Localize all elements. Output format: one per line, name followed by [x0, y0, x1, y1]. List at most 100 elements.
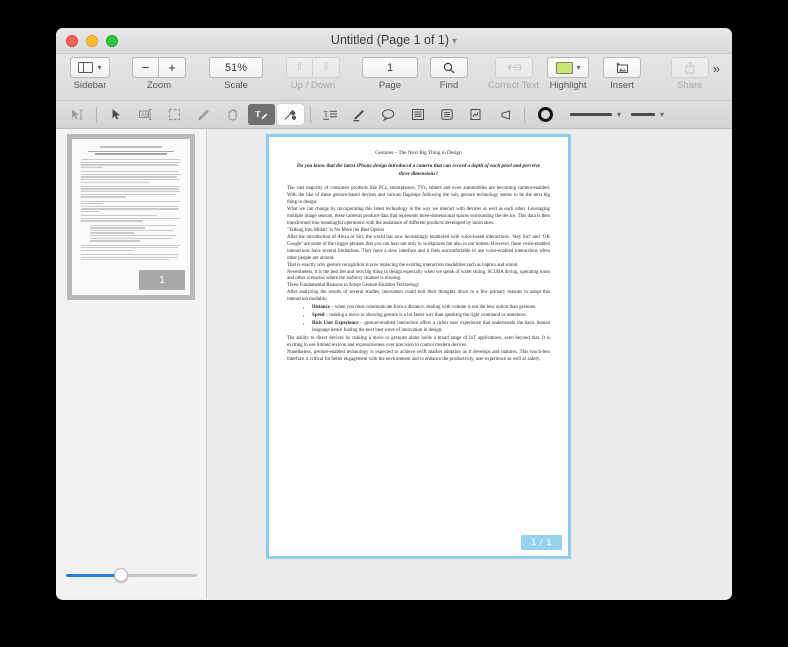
zoom-out-button[interactable]: −	[132, 57, 159, 78]
highlight-button[interactable]: ▾	[547, 57, 590, 78]
document-title: Gestures – The Next Big Thing in Design	[375, 150, 462, 156]
instant-alpha-icon[interactable]	[63, 104, 90, 125]
document-paragraph: After analyzing the results of several s…	[287, 290, 550, 303]
document-paragraph: Nonetheless, gesture-enabled technology …	[287, 349, 550, 362]
correct-text-icon	[506, 63, 521, 72]
text-style-icon[interactable]: T	[317, 104, 344, 125]
window-title-text: Untitled (Page 1 of 1)	[330, 33, 450, 47]
overflow-chevrons-icon: »	[712, 61, 720, 76]
document-paragraph: That is exactly why gesture recognition …	[287, 262, 519, 268]
search-icon	[443, 62, 455, 73]
minus-icon: −	[141, 60, 150, 75]
toolbar-group-correct-text: Correct Text	[488, 57, 539, 91]
shape-style-button[interactable]	[530, 107, 560, 122]
highlighter-pen-icon[interactable]	[346, 104, 373, 125]
bullet-term: Rich User Experience	[312, 321, 359, 327]
ring-icon	[537, 107, 553, 122]
document-paragraph: Nevertheless, it is the best bet and nex…	[287, 269, 550, 282]
window-body: 1 Gestures – The Next Big Thing in Desig…	[56, 129, 732, 599]
title-chevron-down-icon[interactable]: ▾	[452, 36, 457, 47]
markup-toolbar: AB T T ▾ ▾	[56, 101, 732, 129]
plus-icon: +	[168, 60, 176, 75]
find-label: Find	[439, 80, 459, 91]
svg-text:T: T	[255, 109, 261, 119]
bullet-term: Distance	[312, 305, 330, 311]
mini-paragraph	[81, 200, 181, 213]
preview-window: Untitled (Page 1 of 1) ▾ ▾ Sidebar − + Z…	[56, 28, 732, 600]
arrow-up-icon: ⇧	[295, 62, 304, 73]
slider-knob[interactable]	[114, 568, 129, 582]
document-paragraph: What we can change by incorporating this…	[287, 206, 550, 226]
insert-button[interactable]	[603, 57, 642, 78]
redact-icon[interactable]	[277, 104, 304, 125]
scale-field[interactable]: 51%	[209, 57, 263, 78]
toolbar-overflow[interactable]: »	[713, 61, 720, 76]
line-style-button[interactable]: ▾	[631, 110, 664, 119]
thumbnail-item-selected[interactable]: 1	[67, 134, 195, 300]
bullet-term: Speed	[312, 313, 325, 319]
chevron-down-icon[interactable]: ▾	[577, 63, 581, 72]
sticky-note-icon[interactable]	[433, 104, 460, 125]
document-canvas[interactable]: Gestures – The Next Big Thing in Design …	[207, 129, 732, 599]
hand-icon[interactable]	[219, 104, 246, 125]
document-paragraph: After the introduction of Alexa or Siri,…	[287, 234, 550, 261]
note-icon[interactable]	[404, 104, 431, 125]
toolbar-group-zoom: − + Zoom	[132, 57, 186, 91]
window-titlebar: Untitled (Page 1 of 1) ▾	[56, 28, 732, 54]
toolbar-group-find: Find	[430, 57, 468, 91]
document-page[interactable]: Gestures – The Next Big Thing in Design …	[266, 134, 571, 559]
mini-paragraph	[81, 159, 181, 169]
text-selection-icon[interactable]: AB	[132, 104, 159, 125]
sidebar-label: Sidebar	[73, 80, 107, 91]
toolbar-group-updown: ⇧ ⇩ Up / Down	[286, 57, 340, 91]
speaker-icon[interactable]	[491, 104, 518, 125]
mini-paragraph	[81, 244, 181, 251]
thumbnail-mini-document	[72, 139, 190, 270]
window-title[interactable]: Untitled (Page 1 of 1) ▾	[56, 33, 732, 47]
find-button[interactable]	[430, 57, 468, 78]
insert-label: Insert	[610, 80, 634, 91]
share-icon	[685, 61, 695, 74]
main-toolbar: ▾ Sidebar − + Zoom 51% Scale ⇧ ⇩ Up / Do…	[56, 54, 732, 101]
selection-arrow-icon[interactable]	[103, 104, 130, 125]
page-indicator-badge: 1 / 1	[521, 535, 562, 550]
scale-value: 51%	[224, 61, 248, 74]
zoom-label: Zoom	[146, 80, 172, 91]
page-down-button[interactable]: ⇩	[313, 57, 340, 78]
toolbar-group-highlight: ▾ Highlight	[547, 57, 590, 91]
page-label: Page	[378, 80, 402, 91]
sidebar-icon	[78, 62, 94, 73]
zoom-in-button[interactable]: +	[159, 57, 186, 78]
chevron-down-icon: ▾	[660, 110, 665, 119]
insert-image-icon	[616, 62, 629, 73]
sidebar-button[interactable]: ▾	[70, 57, 110, 78]
border-style-button[interactable]: ▾	[570, 110, 621, 119]
correct-text-label: Correct Text	[488, 80, 540, 91]
speech-bubble-icon[interactable]	[375, 104, 402, 125]
rectangular-selection-icon[interactable]	[161, 104, 188, 125]
toolbar-divider	[310, 106, 311, 123]
mini-paragraph	[81, 171, 181, 183]
correct-text-button[interactable]	[494, 57, 533, 78]
mini-title-line	[100, 146, 162, 148]
page-up-button[interactable]: ⇧	[286, 57, 313, 78]
toolbar-divider	[524, 106, 525, 123]
signature-icon[interactable]	[462, 104, 489, 125]
text-annotate-icon[interactable]: T	[248, 104, 275, 125]
thumbnail-zoom-slider[interactable]	[66, 568, 197, 582]
thumbnail-page-badge: 1	[139, 270, 185, 290]
toolbar-group-scale: 51% Scale	[209, 57, 263, 91]
highlight-swatch-icon	[555, 61, 573, 74]
highlight-label: Highlight	[549, 80, 587, 91]
svg-text:AB: AB	[141, 112, 149, 118]
document-paragraph: The vast majority of consumer products l…	[287, 186, 550, 205]
vertical-scrollbar[interactable]	[724, 129, 731, 599]
chevron-down-icon: ▾	[617, 110, 622, 119]
bullet-text: – making a move or showing gesture is a …	[324, 313, 527, 319]
svg-text:T: T	[323, 110, 328, 119]
sketch-icon[interactable]	[190, 104, 217, 125]
page-content: Gestures – The Next Big Thing in Design …	[269, 137, 568, 556]
page-field[interactable]: 1	[362, 57, 418, 78]
share-button[interactable]	[670, 57, 709, 78]
document-bullet-list: Distance – when you must communicate fro…	[287, 305, 550, 335]
